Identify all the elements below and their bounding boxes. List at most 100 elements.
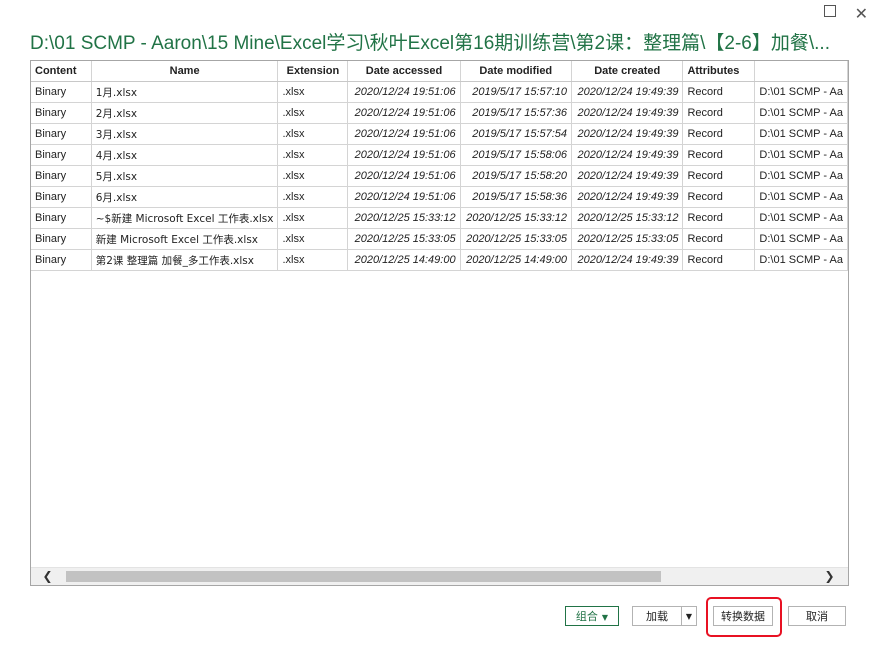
table-cell: Record (682, 123, 756, 145)
table-cell: 2019/5/17 15:57:36 (460, 102, 573, 124)
column-header[interactable] (754, 61, 848, 82)
table-cell: 2020/12/24 19:49:39 (571, 165, 684, 187)
column-header[interactable]: Extension (277, 61, 349, 82)
file-table: Content Name Extension Date accessed Date mo… (31, 61, 848, 271)
table-cell: 2020/12/24 19:51:06 (347, 102, 461, 124)
table-cell: Record (682, 102, 756, 124)
table-cell: Binary (31, 123, 92, 145)
load-dropdown-button[interactable]: ▼ (681, 606, 697, 626)
table-cell: D:\01 SCMP - Aa (754, 249, 848, 271)
horizontal-scrollbar[interactable]: ❮ ❯ (31, 567, 848, 585)
table-cell: Record (682, 144, 756, 166)
scroll-right-icon[interactable]: ❯ (821, 568, 838, 585)
load-label: 加载 (646, 610, 668, 623)
table-cell: Record (682, 207, 756, 229)
table-cell: D:\01 SCMP - Aa (754, 123, 848, 145)
cancel-label: 取消 (806, 610, 828, 623)
table-cell: 3月.xlsx (91, 123, 279, 145)
table-cell: Binary (31, 249, 92, 271)
table-cell: 2020/12/25 14:49:00 (460, 249, 573, 271)
table-cell: D:\01 SCMP - Aa (754, 165, 848, 187)
maximize-button[interactable] (824, 5, 836, 17)
table-cell: Record (682, 81, 756, 103)
table-cell: Record (682, 228, 756, 250)
dialog-title: D:\01 SCMP - Aaron\15 Mine\Excel学习\秋叶Exc… (30, 33, 830, 54)
table-cell: 4月.xlsx (91, 144, 279, 166)
table-cell: 6月.xlsx (91, 186, 279, 208)
combine-label: 组合 (575, 610, 598, 623)
scroll-left-icon[interactable]: ❮ (39, 568, 56, 585)
table-cell: D:\01 SCMP - Aa (754, 228, 848, 250)
table-cell: 2019/5/17 15:57:10 (460, 81, 573, 103)
table-cell: .xlsx (277, 102, 349, 124)
table-cell: .xlsx (277, 81, 349, 103)
table-cell: 2020/12/24 19:49:39 (571, 249, 684, 271)
transform-data-label: 转换数据 (721, 610, 765, 623)
table-cell: 1月.xlsx (91, 81, 279, 103)
column-header[interactable]: Date created (571, 61, 684, 82)
close-button[interactable]: ✕ (855, 4, 868, 23)
chevron-down-icon: ▼ (601, 613, 609, 622)
table-cell: Binary (31, 207, 92, 229)
table-cell: D:\01 SCMP - Aa (754, 102, 848, 124)
column-header[interactable]: Content (31, 61, 92, 82)
table-cell: 2019/5/17 15:58:06 (460, 144, 573, 166)
cancel-button[interactable]: 取消 (788, 606, 846, 626)
table-row[interactable]: Binary 6月.xlsx .xlsx 2020/12/24 19:51:06 201… (31, 186, 848, 208)
table-cell: 2020/12/24 19:51:06 (347, 186, 461, 208)
table-cell: 2020/12/25 15:33:12 (460, 207, 573, 229)
table-cell: Binary (31, 102, 92, 124)
table-cell: 2020/12/25 15:33:05 (571, 228, 684, 250)
table-cell: .xlsx (277, 186, 349, 208)
table-cell: Record (682, 165, 756, 187)
table-cell: 2020/12/24 19:49:39 (571, 102, 684, 124)
table-cell: D:\01 SCMP - Aa (754, 186, 848, 208)
column-header[interactable]: Date accessed (347, 61, 461, 82)
table-cell: 2019/5/17 15:57:54 (460, 123, 573, 145)
table-cell: 2020/12/25 15:33:12 (571, 207, 684, 229)
table-row[interactable]: Binary 4月.xlsx .xlsx 2020/12/24 19:51:06 201… (31, 144, 848, 166)
table-cell: .xlsx (277, 144, 349, 166)
chevron-down-icon: ▼ (685, 612, 693, 621)
table-cell: 2020/12/25 15:33:12 (347, 207, 461, 229)
table-row[interactable]: Binary 1月.xlsx .xlsx 2020/12/24 19:51:06 201… (31, 81, 848, 103)
table-cell: 第2课 整理篇 加餐_多工作表.xlsx (91, 249, 279, 271)
table-cell: .xlsx (277, 165, 349, 187)
table-cell: 2019/5/17 15:58:36 (460, 186, 573, 208)
table-cell: .xlsx (277, 207, 349, 229)
scroll-thumb[interactable] (66, 571, 661, 582)
column-header[interactable]: Date modified (460, 61, 573, 82)
table-cell: 2020/12/24 19:49:39 (571, 123, 684, 145)
table-row[interactable]: Binary 3月.xlsx .xlsx 2020/12/24 19:51:06 201… (31, 123, 848, 145)
table-cell: .xlsx (277, 123, 349, 145)
transform-data-button[interactable]: 转换数据 (713, 606, 773, 626)
table-cell: 2020/12/25 14:49:00 (347, 249, 461, 271)
table-cell: Binary (31, 165, 92, 187)
table-cell: Binary (31, 81, 92, 103)
load-button[interactable]: 加载 (632, 606, 682, 626)
table-cell: 新建 Microsoft Excel 工作表.xlsx (91, 228, 279, 250)
table-cell: Binary (31, 228, 92, 250)
table-cell: 2020/12/24 19:49:39 (571, 186, 684, 208)
table-row[interactable]: Binary 第2课 整理篇 加餐_多工作表.xlsx .xlsx 2020/12/2… (31, 249, 848, 271)
table-row[interactable]: Binary 新建 Microsoft Excel 工作表.xlsx .xlsx 20… (31, 228, 848, 250)
table-cell: 2020/12/24 19:51:06 (347, 81, 461, 103)
table-cell: 2019/5/17 15:58:20 (460, 165, 573, 187)
table-row[interactable]: Binary ~$新建 Microsoft Excel 工作表.xlsx .xlsx… (31, 207, 848, 229)
combine-button[interactable]: 组合 ▼ (565, 606, 619, 626)
file-preview-table: Content Name Extension Date accessed Date mo… (30, 60, 849, 586)
table-cell: Binary (31, 144, 92, 166)
table-cell: 2020/12/24 19:51:06 (347, 144, 461, 166)
table-row[interactable]: Binary 5月.xlsx .xlsx 2020/12/24 19:51:06 201… (31, 165, 848, 187)
table-cell: Record (682, 186, 756, 208)
table-body: Binary 1月.xlsx .xlsx 2020/12/24 19:51:06 201… (31, 81, 848, 271)
column-header[interactable]: Attributes (682, 61, 756, 82)
table-header-row: Content Name Extension Date accessed Date mo… (31, 61, 848, 82)
table-cell: 2月.xlsx (91, 102, 279, 124)
table-cell: 2020/12/25 15:33:05 (347, 228, 461, 250)
table-cell: 2020/12/24 19:51:06 (347, 165, 461, 187)
table-row[interactable]: Binary 2月.xlsx .xlsx 2020/12/24 19:51:06 201… (31, 102, 848, 124)
table-cell: 2020/12/24 19:49:39 (571, 81, 684, 103)
table-cell: 2020/12/24 19:49:39 (571, 144, 684, 166)
column-header[interactable]: Name (91, 61, 279, 82)
